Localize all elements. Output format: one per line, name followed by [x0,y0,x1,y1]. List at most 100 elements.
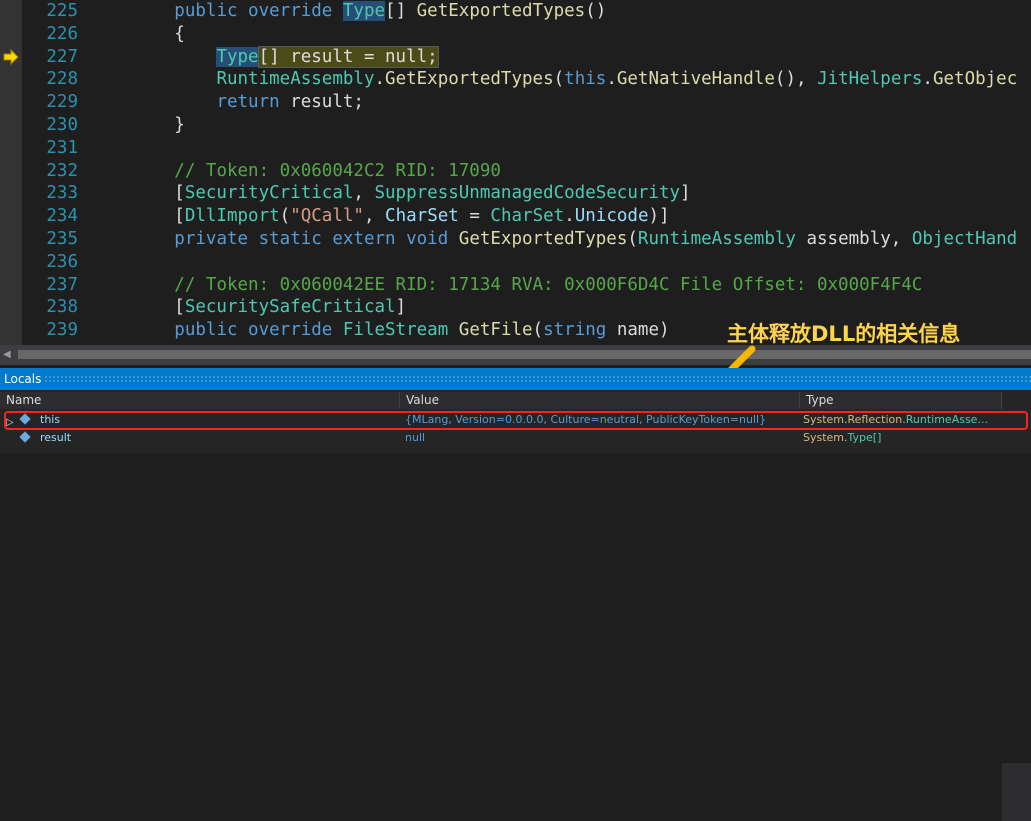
column-header-value[interactable]: Value [400,392,800,409]
code-line[interactable]: 238 [SecuritySafeCritical] [0,296,1031,319]
code-line[interactable]: 231 [0,137,1031,160]
code-token: { [90,23,185,44]
code-token: CharSet [385,206,459,227]
code-token: GetExportedTypes [385,69,554,90]
code-token: } [90,115,185,135]
code-line[interactable]: 226 { [0,23,1031,46]
code-token: GetNativeHandle [616,69,775,90]
code-token: string [543,320,607,341]
code-line[interactable]: 227 Type[] result = null; [0,45,1031,69]
code-token: name) [606,320,670,341]
annotation-text: 主体释放DLL的相关信息 [727,322,961,346]
code-text: [DllImport("QCall", CharSet = CharSet.Un… [90,205,670,228]
code-text: RuntimeAssembly.GetExportedTypes(this.Ge… [90,68,1017,91]
code-editor[interactable]: 225 public override Type[] GetExportedTy… [0,0,1031,345]
line-number: 229 [46,92,78,113]
code-token: ( [279,206,291,227]
code-line[interactable]: 237 // Token: 0x060042EE RID: 17134 RVA:… [0,274,1031,297]
code-token: return [216,92,280,113]
code-line[interactable]: 232 // Token: 0x060042C2 RID: 17090 [0,160,1031,183]
column-header-type[interactable]: Type [800,392,1002,409]
code-text: private static extern void GetExportedTy… [90,228,1017,251]
code-line[interactable]: 236 [0,251,1031,274]
code-token: [ [90,206,185,227]
code-text: { [90,23,185,46]
code-line[interactable]: 234 [DllImport("QCall", CharSet = CharSe… [0,205,1031,228]
code-line[interactable]: 225 public override Type[] GetExportedTy… [0,0,1031,23]
code-text: [SecurityCritical, SuppressUnmanagedCode… [90,182,691,205]
code-token: JitHelpers [817,69,923,90]
locals-title-bar[interactable]: Locals [0,368,1031,390]
code-text: // Token: 0x060042C2 RID: 17090 [90,160,501,183]
code-token: // Token: 0x060042C2 RID: 17090 [174,160,501,181]
line-number: 233 [46,183,78,204]
code-token: = [458,206,491,227]
code-token: GetExportedTypes [458,229,628,249]
code-text: public override FileStream GetFile(strin… [90,319,670,342]
code-token: [ [90,183,185,204]
field-icon [19,431,31,443]
line-number: 228 [46,69,78,90]
code-token: ] [680,183,691,204]
code-text: Type[] result = null; [90,45,439,69]
code-token: this [564,69,607,90]
code-token: , [353,183,375,204]
code-token: private static extern void [174,229,459,249]
line-number: 230 [46,115,78,135]
locals-title: Locals [4,372,42,386]
vertical-scrollbar[interactable] [1002,763,1031,821]
code-token: "QCall" [290,206,364,227]
type-name: Type[] [847,431,882,444]
line-number: 227 [46,46,78,67]
code-token: , [363,206,386,227]
column-header-name[interactable]: Name [0,392,400,409]
line-number: 239 [46,320,78,341]
line-number: 236 [46,251,78,272]
code-token: Type [216,46,259,67]
line-number: 237 [46,274,78,295]
local-value[interactable]: null [405,429,797,447]
code-token: CharSet [490,206,565,227]
code-line[interactable]: 235 private static extern void GetExport… [0,228,1031,251]
scrollbar-thumb[interactable] [18,350,1031,359]
code-text: public override Type[] GetExportedTypes(… [90,0,606,23]
horizontal-scrollbar[interactable]: ◀ [0,345,1031,365]
line-number: 225 [46,1,78,21]
code-token: Unicode [574,206,649,227]
code-token: (), [774,69,818,90]
code-token: ( [627,229,638,249]
code-token: ( [532,320,544,341]
local-name: result [40,431,72,444]
code-token: GetObjec [932,69,1018,90]
scroll-left-icon[interactable]: ◀ [3,349,11,360]
code-line[interactable]: 228 RuntimeAssembly.GetExportedTypes(thi… [0,68,1031,91]
locals-row-result[interactable]: result null System.Type[] [0,429,1000,447]
code-token: ObjectHand [911,229,1018,249]
code-token: GetExportedTypes [416,1,586,21]
code-token: )] [648,206,670,227]
code-token: public override [174,1,343,21]
line-number: 235 [46,229,78,249]
code-line[interactable]: 233 [SecurityCritical, SuppressUnmanaged… [0,182,1031,205]
line-number: 226 [46,23,78,44]
code-token: SecurityCritical [184,183,354,204]
code-token: . [606,69,617,90]
code-token: SecuritySafeCritical [184,297,396,318]
code-token: SuppressUnmanagedCodeSecurity [374,183,681,204]
code-line[interactable]: 230 } [0,114,1031,137]
code-token: ( [553,69,565,90]
code-text: } [90,114,185,137]
code-line[interactable]: 229 return result; [0,91,1031,114]
code-token: public override [174,320,343,341]
code-token: result; [279,92,364,113]
title-grip [44,375,1031,383]
line-number: 232 [46,160,78,181]
local-type: System.Type[] [803,429,998,447]
highlight-box [4,411,1028,430]
code-text: return result; [90,91,364,114]
